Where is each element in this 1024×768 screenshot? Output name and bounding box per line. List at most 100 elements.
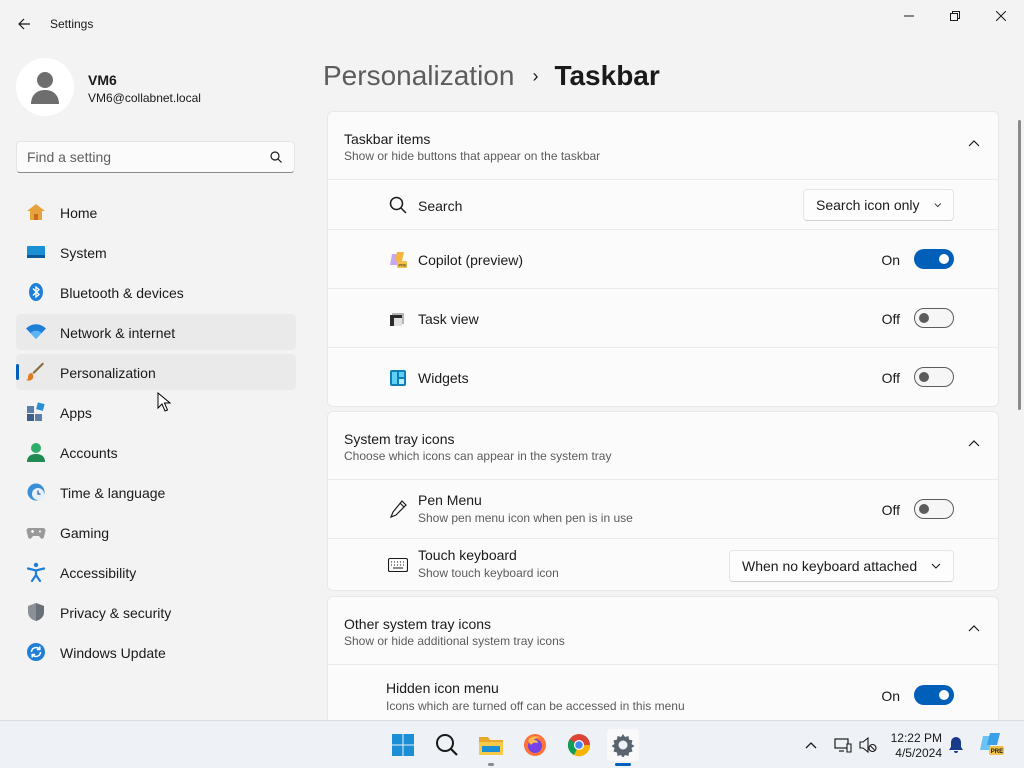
sidebar-item-gaming[interactable]: Gaming [16, 514, 296, 550]
sidebar-item-label: Time & language [60, 485, 166, 501]
section-subtitle: Choose which icons can appear in the sys… [344, 449, 612, 463]
copilot-toggle[interactable] [914, 249, 954, 269]
hidden-icon-menu-toggle[interactable] [914, 685, 954, 705]
close-button[interactable] [978, 0, 1024, 32]
toggle-knob [919, 504, 929, 514]
section-title: Taskbar items [344, 131, 431, 147]
chevron-up-icon[interactable] [968, 139, 980, 147]
file-explorer-button[interactable] [475, 729, 507, 766]
sidebar-item-privacy-security[interactable]: Privacy & security [16, 594, 296, 630]
toggle-knob [939, 690, 949, 700]
taskbar-items-header[interactable]: Taskbar items Show or hide buttons that … [328, 112, 998, 180]
widgets-toggle[interactable] [914, 367, 954, 387]
close-icon [996, 11, 1006, 21]
back-button[interactable] [10, 10, 38, 38]
task-view-icon [388, 309, 408, 329]
pen-menu-toggle[interactable] [914, 499, 954, 519]
pen-menu-row: Pen Menu Show pen menu icon when pen is … [328, 480, 998, 539]
user-name: VM6 [88, 72, 117, 88]
sidebar-nav: Home System Bluetooth & devices Network … [16, 194, 296, 674]
firefox-button[interactable] [519, 729, 551, 761]
restore-button[interactable] [932, 0, 978, 32]
toggle-state-label: Off [881, 311, 900, 327]
user-avatar-icon [31, 72, 59, 104]
setting-label: Hidden icon menu [386, 680, 499, 696]
other-tray-section: Other system tray icons Show or hide add… [327, 596, 999, 720]
restore-icon [950, 11, 960, 21]
sidebar-item-label: Privacy & security [60, 605, 172, 621]
search-input[interactable] [27, 148, 267, 166]
dropdown-value: Search icon only [816, 197, 920, 213]
scrollbar[interactable] [1018, 120, 1021, 410]
sidebar-item-label: Bluetooth & devices [60, 285, 184, 301]
setting-label: Widgets [418, 370, 469, 386]
settings-taskbar-button[interactable] [607, 729, 639, 766]
taskbar-items-section: Taskbar items Show or hide buttons that … [327, 111, 999, 407]
sidebar-item-bluetooth[interactable]: Bluetooth & devices [16, 274, 296, 310]
sidebar-item-accounts[interactable]: Accounts [16, 434, 296, 470]
start-button[interactable] [387, 729, 419, 761]
section-subtitle: Show or hide buttons that appear on the … [344, 149, 601, 163]
sidebar-item-label: System [60, 245, 107, 261]
toggle-state-label: On [881, 252, 900, 268]
sidebar-item-windows-update[interactable]: Windows Update [16, 634, 296, 670]
breadcrumb-parent[interactable]: Personalization [323, 60, 514, 92]
user-email: VM6@collabnet.local [88, 91, 201, 105]
active-indicator [615, 763, 631, 766]
sidebar-item-accessibility[interactable]: Accessibility [16, 554, 296, 590]
wifi-icon [26, 322, 46, 342]
apps-icon [26, 402, 46, 422]
setting-label: Copilot (preview) [418, 252, 524, 268]
copilot-taskbar-button[interactable]: PRE [979, 731, 1005, 757]
taskbar-clock[interactable]: 12:22 PM 4/5/2024 [888, 731, 942, 761]
toggle-state-label: Off [881, 502, 900, 518]
other-tray-header[interactable]: Other system tray icons Show or hide add… [328, 597, 998, 665]
volume-button[interactable] [858, 735, 878, 755]
notifications-button[interactable] [946, 735, 966, 755]
search-icon[interactable] [270, 151, 282, 163]
dropdown-value: When no keyboard attached [742, 558, 918, 574]
sidebar-item-time-language[interactable]: Time & language [16, 474, 296, 510]
chevron-up-icon[interactable] [968, 624, 980, 632]
sidebar-item-label: Network & internet [60, 325, 176, 341]
taskbar-search-button[interactable] [431, 729, 463, 761]
system-tray-header[interactable]: System tray icons Choose which icons can… [328, 412, 998, 480]
clock-globe-icon [26, 482, 46, 502]
sidebar-item-label: Personalization [60, 365, 156, 381]
sidebar-item-apps[interactable]: Apps [16, 394, 296, 430]
clock-time: 12:22 PM [890, 731, 942, 745]
sidebar-item-network[interactable]: Network & internet [16, 314, 296, 350]
toggle-knob [919, 313, 929, 323]
toggle-state-label: On [881, 688, 900, 704]
setting-label: Touch keyboard [418, 547, 517, 563]
network-status-button[interactable] [833, 735, 853, 755]
sidebar-item-system[interactable]: System [16, 234, 296, 270]
bluetooth-icon [26, 282, 46, 302]
running-indicator [488, 763, 494, 766]
brush-icon [26, 362, 46, 382]
minimize-icon [904, 15, 914, 17]
task-view-toggle[interactable] [914, 308, 954, 328]
show-hidden-icons-button[interactable] [801, 735, 821, 755]
windows-logo-icon [392, 734, 414, 756]
search-mode-dropdown[interactable]: Search icon only [803, 189, 954, 221]
sidebar-item-label: Accessibility [60, 565, 137, 581]
sidebar-item-home[interactable]: Home [16, 194, 296, 230]
copilot-row: PRE Copilot (preview) On [328, 230, 998, 289]
search-icon [388, 195, 408, 215]
windows-taskbar: 12:22 PM 4/5/2024 PRE [0, 720, 1024, 768]
system-tray-section: System tray icons Choose which icons can… [327, 411, 999, 591]
toggle-knob [919, 372, 929, 382]
settings-search[interactable] [16, 141, 295, 173]
sidebar-item-personalization[interactable]: Personalization [16, 354, 296, 390]
minimize-button[interactable] [886, 0, 932, 32]
setting-description: Show touch keyboard icon [418, 566, 559, 580]
update-icon [26, 642, 46, 662]
chevron-up-icon[interactable] [968, 439, 980, 447]
user-profile[interactable]: VM6 VM6@collabnet.local [16, 58, 296, 118]
chevron-up-icon [805, 742, 817, 749]
section-title: Other system tray icons [344, 616, 492, 632]
touch-keyboard-dropdown[interactable]: When no keyboard attached [729, 550, 954, 582]
chrome-button[interactable] [563, 729, 595, 761]
sidebar-item-label: Windows Update [60, 645, 166, 661]
